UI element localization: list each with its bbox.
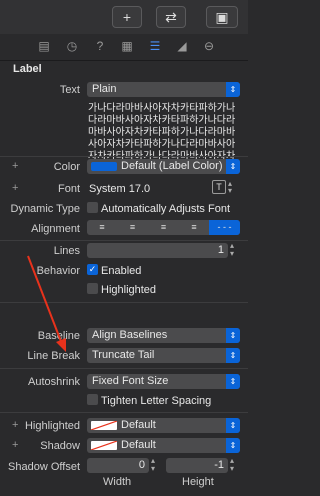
text-popup[interactable]: Plain ⇕	[87, 82, 240, 97]
dynamic-type-label: Dynamic Type	[10, 203, 81, 215]
highlighted-text: Highlighted	[101, 284, 157, 296]
font-label: Font	[57, 183, 80, 195]
line-break-label: Line Break	[27, 350, 80, 362]
identity-icon[interactable]: ▦	[119, 38, 135, 54]
shadow-label: Shadow	[40, 440, 80, 452]
inspector-toolbar: + ⇄ ▣	[0, 0, 248, 35]
font-stepper-icon[interactable]: ▴ ▾	[228, 180, 238, 195]
panel-icon[interactable]: ▣	[206, 6, 238, 28]
chevron-updown-icon: ⇕	[226, 418, 240, 433]
alignment-label: Alignment	[31, 223, 80, 235]
chevron-updown-icon: ⇕	[226, 374, 240, 389]
text-content-area[interactable]: 가나다라마바사아자차카타파하가나다라마바사아자차카타파하가나다라마바사아자차카타…	[88, 103, 240, 174]
highlighted-popup-value: Default	[121, 419, 156, 431]
align-justify-icon[interactable]: ≡	[179, 220, 209, 235]
baseline-popup[interactable]: Align Baselines ⇕	[87, 328, 240, 343]
highlighted-color-label: Highlighted	[24, 420, 80, 432]
shadow-popup-value: Default	[121, 439, 156, 451]
chevron-updown-icon: ⇕	[226, 159, 240, 174]
help-icon[interactable]: ?	[92, 38, 108, 54]
text-popup-value: Plain	[92, 83, 117, 95]
align-natural-icon[interactable]: - - -	[209, 220, 240, 235]
inspector-tabs: ▤ ◷ ? ▦ ☰ ◢ ⊖	[0, 34, 248, 61]
lines-stepper-icon[interactable]: ▴ ▾	[230, 242, 240, 258]
chevron-updown-icon: ⇕	[226, 328, 240, 343]
align-right-icon[interactable]: ≡	[148, 220, 179, 235]
divider	[0, 302, 248, 303]
dynamic-type-text: Automatically Adjusts Font	[101, 203, 231, 215]
height-caption: Height	[182, 476, 214, 488]
shadow-width-field[interactable]: 0	[87, 458, 149, 473]
divider	[0, 240, 248, 241]
history-icon[interactable]: ◷	[64, 38, 80, 54]
shadow-height-stepper-icon[interactable]: ▴ ▾	[230, 457, 239, 473]
shadow-width-stepper-icon[interactable]: ▴ ▾	[151, 457, 160, 473]
connections-icon[interactable]: ⊖	[201, 38, 217, 54]
section-title: Label	[13, 63, 42, 75]
add-icon[interactable]: +	[112, 6, 142, 28]
divider	[0, 156, 248, 157]
chevron-updown-icon: ⇕	[226, 348, 240, 363]
swap-icon[interactable]: ⇄	[156, 6, 186, 28]
file-inspector-icon[interactable]: ▤	[36, 38, 52, 54]
tighten-text: Tighten Letter Spacing	[101, 395, 212, 407]
color-swatch	[91, 162, 117, 171]
lines-field[interactable]: 1	[87, 243, 228, 258]
autoshrink-label: Autoshrink	[28, 376, 80, 388]
color-label: Color	[53, 161, 80, 173]
behavior-label: Behavior	[36, 265, 80, 277]
autoshrink-popup[interactable]: Fixed Font Size ⇕	[87, 374, 240, 389]
enabled-text: Enabled	[101, 265, 142, 277]
enabled-checkbox[interactable]: ✓	[87, 264, 98, 275]
attributes-icon[interactable]: ☰	[147, 38, 163, 54]
text-label: Text	[59, 84, 80, 96]
align-left-icon[interactable]: ≡	[87, 220, 117, 235]
divider	[0, 368, 248, 369]
color-popup-value: Default (Label Color)	[121, 160, 223, 172]
font-picker-icon[interactable]: T	[212, 180, 226, 194]
width-caption: Width	[103, 476, 132, 488]
dynamic-type-checkbox[interactable]	[87, 202, 98, 213]
color-popup[interactable]: Default (Label Color) ⇕	[87, 159, 240, 174]
no-color-swatch	[91, 421, 117, 430]
line-break-popup[interactable]: Truncate Tail ⇕	[87, 348, 240, 363]
highlighted-color-popup[interactable]: Default ⇕	[87, 418, 240, 433]
autoshrink-popup-value: Fixed Font Size	[92, 375, 169, 387]
line-break-popup-value: Truncate Tail	[92, 349, 155, 361]
shadow-height-field[interactable]: -1	[166, 458, 228, 473]
divider	[0, 412, 248, 413]
shadow-color-popup[interactable]: Default ⇕	[87, 438, 240, 453]
chevron-updown-icon: ⇕	[226, 438, 240, 453]
highlighted-checkbox[interactable]	[87, 283, 98, 294]
chevron-updown-icon: ⇕	[226, 82, 240, 97]
shadow-offset-label: Shadow Offset	[8, 461, 80, 473]
align-center-icon[interactable]: ≡	[117, 220, 148, 235]
baseline-label: Baseline	[37, 330, 80, 342]
baseline-popup-value: Align Baselines	[92, 329, 168, 341]
no-color-swatch	[91, 441, 117, 450]
alignment-segmented-control: ≡ ≡ ≡ ≡ - - -	[87, 220, 240, 235]
lines-label: Lines	[53, 245, 80, 257]
size-icon[interactable]: ◢	[174, 38, 190, 54]
tighten-checkbox[interactable]	[87, 394, 98, 405]
font-value: System 17.0	[89, 183, 151, 195]
